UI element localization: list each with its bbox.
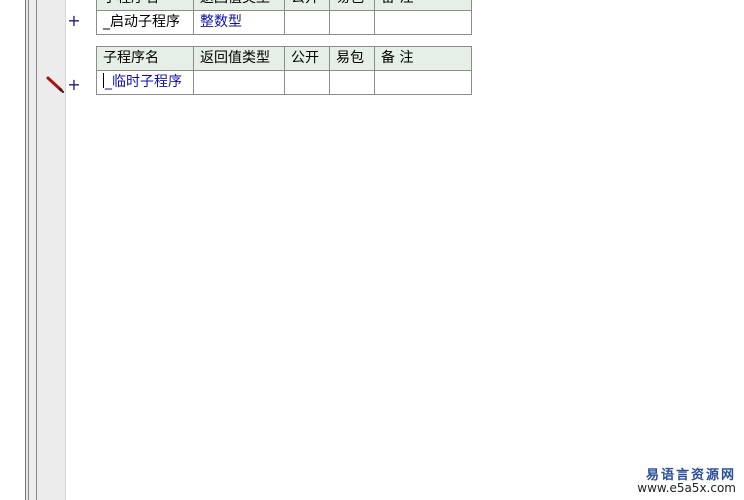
table-row[interactable]: _启动子程序 整数型 — [96, 10, 472, 35]
col-header-remark: 备 注 — [374, 46, 472, 71]
return-type-cell[interactable] — [193, 70, 285, 95]
easy-package-cell[interactable] — [329, 70, 375, 95]
public-cell[interactable] — [284, 70, 330, 95]
easy-package-cell[interactable] — [329, 10, 375, 35]
gutter-edge — [65, 0, 66, 500]
frame-divider — [29, 0, 36, 500]
expand-plus-icon[interactable]: + — [67, 76, 81, 94]
col-header-easy-package: 易包 — [329, 46, 375, 71]
return-type-cell[interactable]: 整数型 — [193, 10, 285, 35]
subroutine-name-cell[interactable]: _启动子程序 — [96, 10, 194, 35]
subroutine-name-text[interactable]: _临时子程序 — [105, 74, 182, 90]
pencil-icon — [46, 76, 64, 93]
col-header-easy-package: 易包 — [329, 0, 375, 11]
watermark-url: www.e5a5x.com — [637, 481, 736, 495]
window-frame-left — [0, 0, 25, 500]
subroutine-table-1: 子程序名 返回值类型 公开 易包 备 注 _启动子程序 整数型 — [96, 0, 472, 35]
col-header-return-type: 返回值类型 — [193, 0, 285, 11]
public-cell[interactable] — [284, 10, 330, 35]
col-header-name: 子程序名 — [96, 0, 194, 11]
remark-cell[interactable] — [374, 70, 472, 95]
text-caret — [103, 73, 104, 88]
col-header-return-type: 返回值类型 — [193, 46, 285, 71]
col-header-remark: 备 注 — [374, 0, 472, 11]
remark-cell[interactable] — [374, 10, 472, 35]
expand-plus-icon[interactable]: + — [67, 12, 81, 30]
table-header-row: 子程序名 返回值类型 公开 易包 备 注 — [96, 46, 472, 71]
table-row[interactable]: _临时子程序 — [96, 70, 472, 95]
col-header-public: 公开 — [284, 46, 330, 71]
subroutine-table-2: 子程序名 返回值类型 公开 易包 备 注 _临时子程序 — [96, 46, 472, 95]
col-header-public: 公开 — [284, 0, 330, 11]
subroutine-name-cell[interactable]: _临时子程序 — [96, 70, 194, 95]
table-header-row: 子程序名 返回值类型 公开 易包 备 注 — [96, 0, 472, 11]
col-header-name: 子程序名 — [96, 46, 194, 71]
